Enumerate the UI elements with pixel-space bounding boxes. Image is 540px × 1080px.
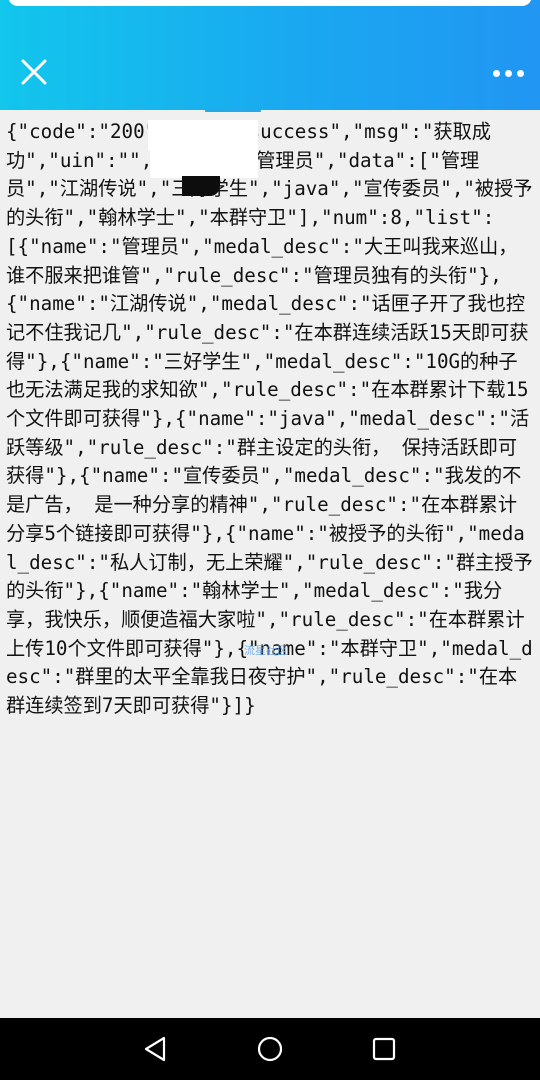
more-dots-icon bbox=[516, 69, 524, 77]
home-button[interactable] bbox=[253, 1032, 287, 1066]
close-button[interactable] bbox=[14, 52, 54, 92]
redaction-patch bbox=[182, 176, 220, 196]
webview-header bbox=[0, 0, 540, 110]
watermark: 流星社区 bbox=[244, 644, 288, 657]
redaction-patch bbox=[148, 120, 258, 150]
back-triangle-icon bbox=[144, 1036, 166, 1062]
redaction-patch bbox=[150, 148, 258, 178]
more-dots-icon bbox=[492, 69, 500, 77]
recents-square-icon bbox=[372, 1037, 396, 1061]
more-options-button[interactable] bbox=[488, 58, 528, 88]
json-response-text: {"code":"200","msg":"success","msg":"获取成… bbox=[6, 120, 533, 718]
more-dots-icon bbox=[504, 69, 512, 77]
close-icon bbox=[21, 59, 47, 85]
page-content[interactable]: {"code":"200","msg":"success","msg":"获取成… bbox=[0, 112, 540, 1018]
back-button[interactable] bbox=[138, 1032, 172, 1066]
recents-button[interactable] bbox=[367, 1032, 401, 1066]
home-circle-icon bbox=[257, 1036, 283, 1062]
address-bar-pill bbox=[8, 0, 532, 6]
android-nav-bar bbox=[0, 1018, 540, 1080]
